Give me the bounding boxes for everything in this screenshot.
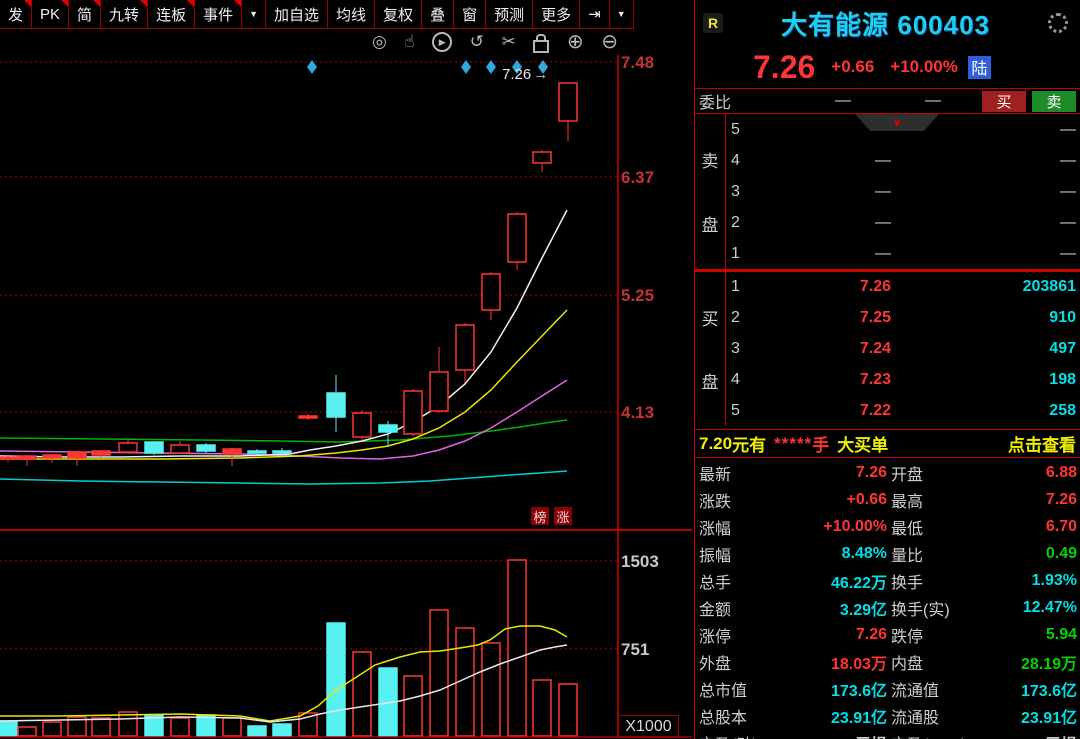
trading-app: 发PK简九转连板事件▼加自选均线复权叠窗预测更多⇥▼ ◎☝▶↺✂⊕⊖ 7.486… bbox=[0, 0, 1080, 739]
kline-canvas[interactable] bbox=[0, 0, 694, 739]
arrow-icon: → bbox=[533, 66, 548, 83]
sell-row-4[interactable]: 4—— bbox=[727, 145, 1080, 176]
stats-row-8: 总市值173.6亿流通值173.6亿 bbox=[695, 675, 1080, 702]
stock-title: 大有能源 600403 bbox=[723, 5, 1048, 42]
volume: — bbox=[891, 152, 1080, 170]
volume-tick: 1503 bbox=[621, 552, 659, 572]
volume: — bbox=[891, 245, 1080, 263]
stats-row-3: 振幅8.48%量比0.49 bbox=[695, 540, 1080, 567]
badge-rise[interactable]: 涨 bbox=[554, 507, 572, 525]
price-tick: 5.25 bbox=[621, 286, 654, 306]
sell-button[interactable]: 卖 bbox=[1032, 91, 1076, 112]
volume: 497 bbox=[891, 340, 1080, 358]
price: 7.26 bbox=[761, 278, 891, 296]
ticker-price: 7.20 bbox=[699, 434, 732, 454]
ticker-label: 大买单 bbox=[837, 431, 888, 456]
price-tick: 7.48 bbox=[621, 53, 654, 73]
panel-title-row: R 大有能源 600403 bbox=[695, 0, 1080, 46]
price: 7.23 bbox=[761, 371, 891, 389]
stats-row-5: 金额3.29亿换手(实)12.47% bbox=[695, 594, 1080, 621]
price-annotation: 7.26→ bbox=[502, 66, 548, 83]
stats-row-7: 外盘18.03万内盘28.19万 bbox=[695, 648, 1080, 675]
rank-badges: 榜 涨 bbox=[531, 507, 572, 525]
exchange-tag: 陆 bbox=[968, 56, 991, 79]
stats-row-0: 最新7.26开盘6.88 bbox=[695, 459, 1080, 486]
sell-row-1[interactable]: 1—— bbox=[727, 238, 1080, 269]
last-price: 7.26 bbox=[753, 49, 815, 86]
price: — bbox=[761, 214, 891, 232]
weibi-label: 委比 bbox=[699, 89, 731, 113]
sell-row-2[interactable]: 2—— bbox=[727, 207, 1080, 238]
weicha-value: — bbox=[925, 92, 941, 110]
buy-row-4[interactable]: 47.23198 bbox=[727, 364, 1080, 395]
price: — bbox=[761, 152, 891, 170]
stats-row-1: 涨跌+0.66最高7.26 bbox=[695, 486, 1080, 513]
stock-code: 600403 bbox=[897, 10, 990, 40]
ticker-unit: 手 bbox=[812, 431, 829, 456]
volume: 203861 bbox=[891, 278, 1080, 296]
price-change-pct: +10.00% bbox=[890, 57, 958, 77]
stats-row-2: 涨幅+10.00%最低6.70 bbox=[695, 513, 1080, 540]
volume: — bbox=[891, 183, 1080, 201]
buy-row-1[interactable]: 17.26203861 bbox=[727, 272, 1080, 303]
price: 7.24 bbox=[761, 340, 891, 358]
view-details-link[interactable]: 点击查看 bbox=[1008, 431, 1076, 456]
r-marker: R bbox=[703, 13, 723, 33]
price-change: +0.66 bbox=[831, 57, 874, 77]
price-tick: 6.37 bbox=[621, 168, 654, 188]
stock-name: 大有能源 bbox=[781, 10, 889, 40]
big-order-ticker[interactable]: 7.20 元有 ***** 手 大买单 点击查看 bbox=[695, 429, 1080, 458]
gear-icon[interactable] bbox=[1048, 13, 1068, 33]
weibi-row: 委比 — — 买 卖 bbox=[695, 88, 1080, 114]
volume: 258 bbox=[891, 402, 1080, 420]
quote-panel: R 大有能源 600403 7.26 +0.66 +10.00% 陆 委比 — … bbox=[694, 0, 1080, 739]
sell-book: 卖 盘 5—4——3——2——1—— ∨ bbox=[695, 114, 1080, 269]
stats-grid: 最新7.26开盘6.88涨跌+0.66最高7.26涨幅+10.00%最低6.70… bbox=[695, 459, 1080, 739]
kline-chart[interactable]: 7.48 6.37 5.25 4.13 1503 751 7.26→ 榜 涨 X1000 bbox=[0, 0, 694, 739]
badge-rank[interactable]: 榜 bbox=[531, 507, 549, 525]
volume-tick: 751 bbox=[621, 640, 649, 660]
buy-button[interactable]: 买 bbox=[982, 91, 1026, 112]
ticker-text: 元有 bbox=[732, 431, 766, 456]
volume: 198 bbox=[891, 371, 1080, 389]
price: 7.25 bbox=[761, 309, 891, 327]
buy-side-label: 买 盘 bbox=[695, 272, 726, 426]
volume: 910 bbox=[891, 309, 1080, 327]
volume: — bbox=[891, 214, 1080, 232]
chevron-down-icon: ∨ bbox=[893, 118, 902, 128]
weibi-value: — bbox=[835, 92, 851, 110]
stats-row-6: 涨停7.26跌停5.94 bbox=[695, 621, 1080, 648]
volume-unit-label: X1000 bbox=[618, 715, 679, 738]
ticker-stars: ***** bbox=[774, 434, 812, 454]
stats-row-10: 市盈(动)亏损市盈(TTM)亏损 bbox=[695, 729, 1080, 739]
buy-row-2[interactable]: 27.25910 bbox=[727, 303, 1080, 334]
price-tick: 4.13 bbox=[621, 403, 654, 423]
price: 7.22 bbox=[761, 402, 891, 420]
annotation-price: 7.26 bbox=[502, 66, 531, 83]
buy-row-5[interactable]: 57.22258 bbox=[727, 395, 1080, 426]
sell-row-3[interactable]: 3—— bbox=[727, 176, 1080, 207]
panel-price-row: 7.26 +0.66 +10.00% 陆 bbox=[695, 46, 1080, 88]
sell-side-label: 卖 盘 bbox=[695, 114, 726, 269]
price: — bbox=[761, 245, 891, 263]
stats-row-4: 总手46.22万换手1.93% bbox=[695, 567, 1080, 594]
buy-book: 买 盘 17.2620386127.2591037.2449747.231985… bbox=[695, 272, 1080, 426]
price: — bbox=[761, 183, 891, 201]
buy-row-3[interactable]: 37.24497 bbox=[727, 334, 1080, 365]
stats-row-9: 总股本23.91亿流通股23.91亿 bbox=[695, 702, 1080, 729]
